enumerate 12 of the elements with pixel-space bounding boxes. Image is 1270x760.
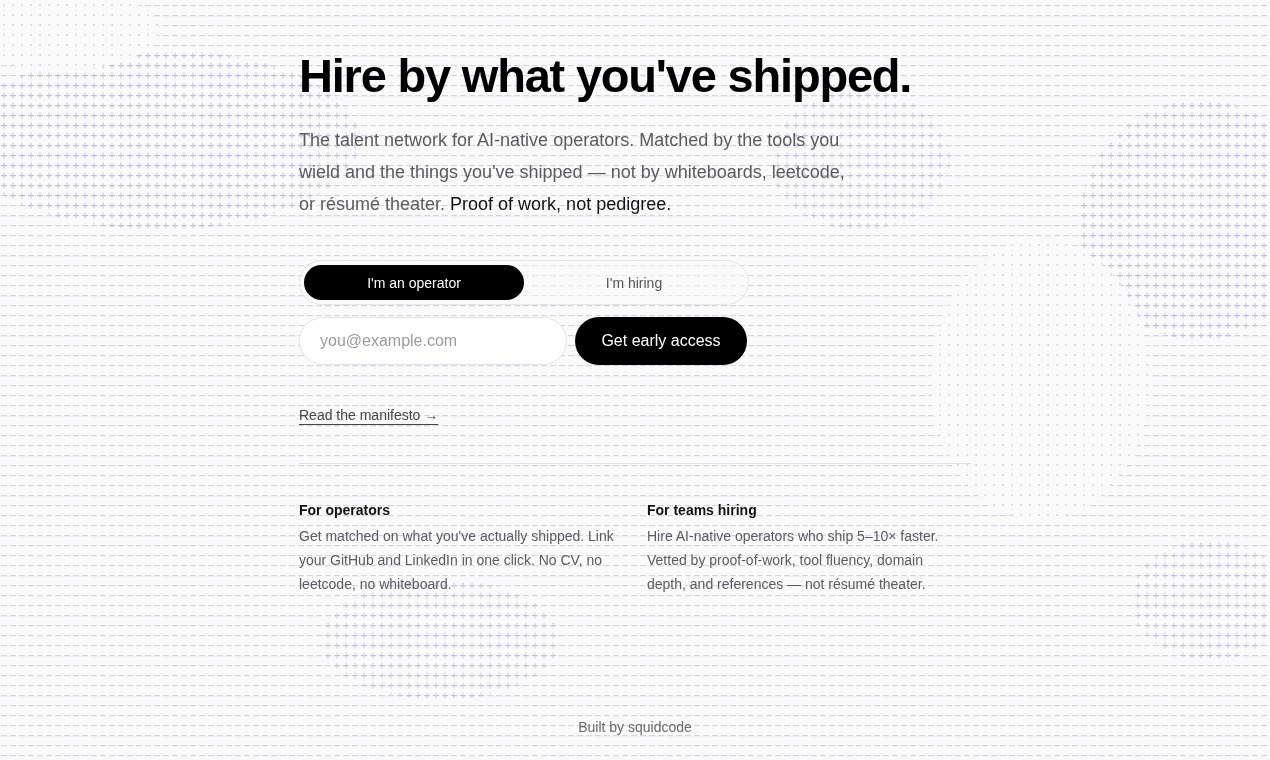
role-tab[interactable]: I'm hiring <box>524 265 744 300</box>
column-text: Hire AI-native operators who ship 5–10× faster. Vetted by proof-of-work, tool fluency, domain depth, and references — not résumé theater. <box>647 527 940 594</box>
column-title: For teams hiring <box>647 501 758 520</box>
manifesto-link[interactable]: Read the manifesto → <box>299 407 439 423</box>
column-title: For operators <box>299 501 391 520</box>
email-field[interactable]: you@example.com <box>299 317 567 365</box>
intro-paragraph: The talent network for AI-native operators. Matched by the tools you wield and the things you've shipped — not by whiteboards, leetcode, or résumé theater. Proof of work, not pedigree. <box>299 129 846 216</box>
get-early-access-button[interactable]: Get early access <box>575 317 747 365</box>
footer-credit: Built by squidcode <box>578 719 692 735</box>
role-tab[interactable]: I'm an operator <box>304 265 524 300</box>
column-text: Get matched on what you've actually shipped. Link your GitHub and LinkedIn in one click. No CV, no leetcode, no whiteboard. <box>299 527 615 594</box>
headline: Hire by what you've shipped. <box>299 48 912 104</box>
